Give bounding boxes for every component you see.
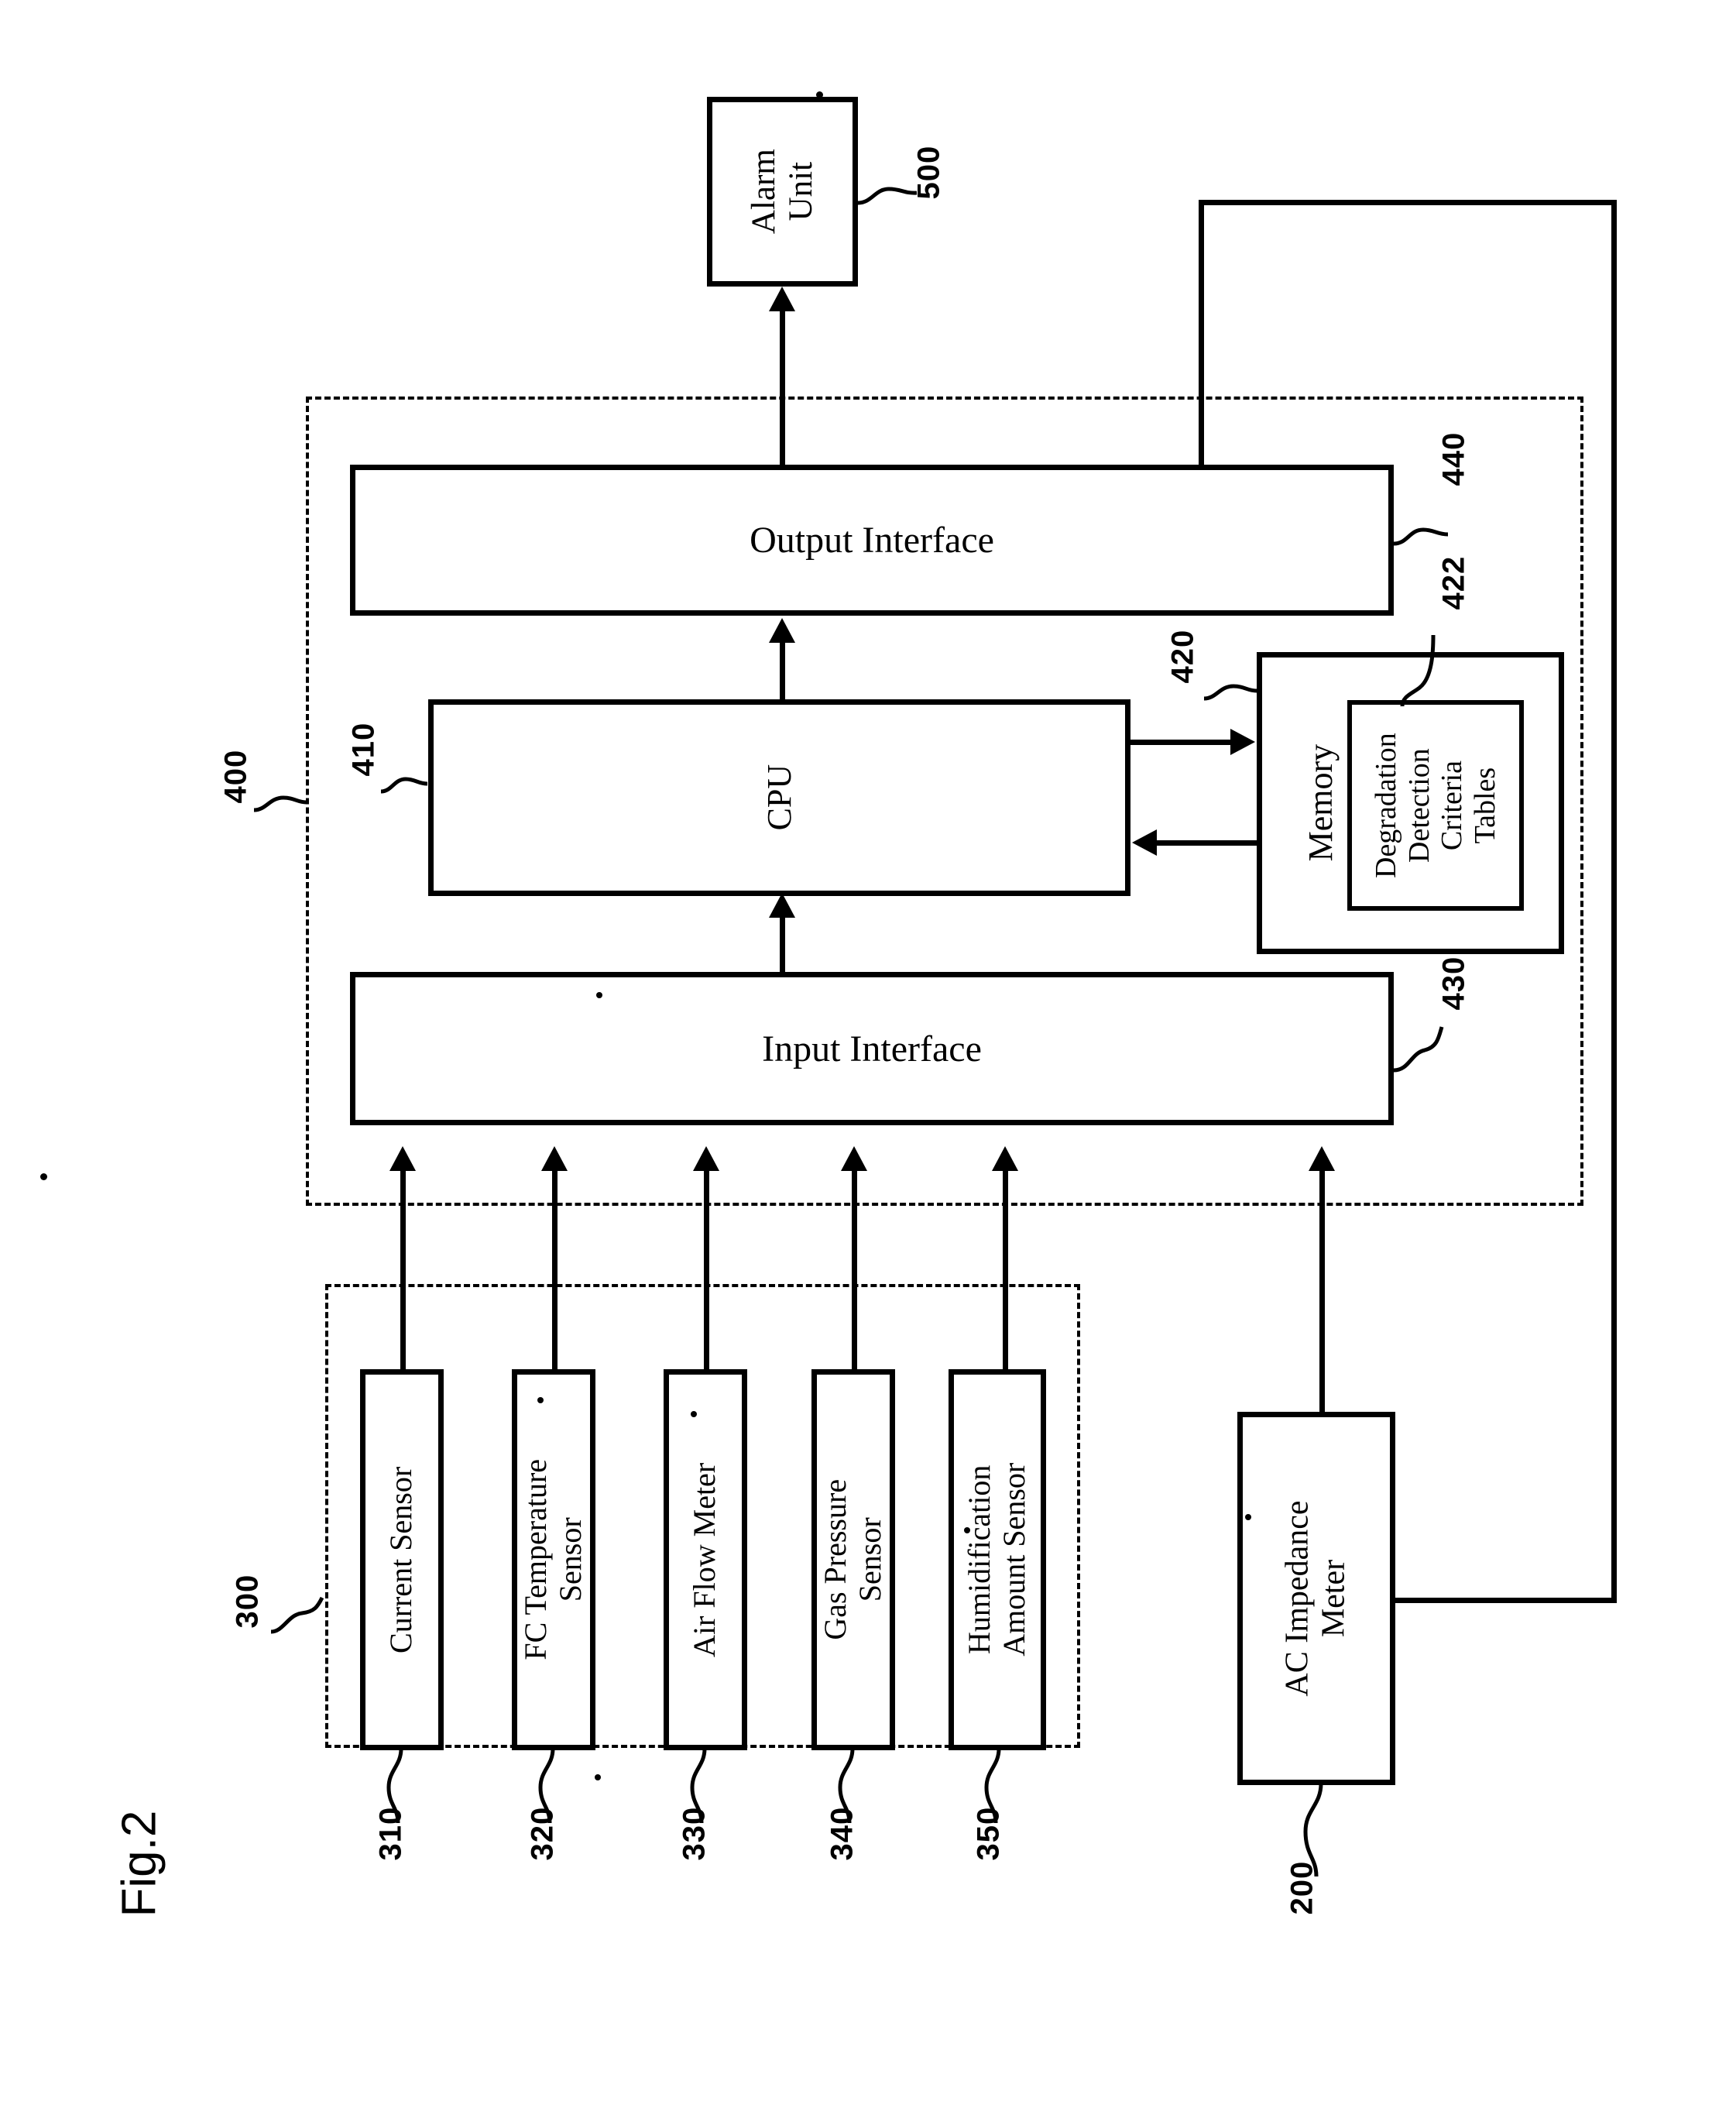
line-cpu-to-output [780, 641, 785, 705]
line-sensor-4-to-input [852, 1169, 857, 1369]
criteria-tables-line2: Detection [1402, 748, 1436, 863]
output-interface-label: Output Interface [750, 520, 994, 561]
cpu-block: CPU [428, 699, 1130, 896]
arrowhead-cpu-to-memory [1230, 729, 1255, 755]
arrowhead-acmeter-to-input [1309, 1146, 1335, 1171]
output-interface-block: Output Interface [350, 465, 1394, 616]
line-memory-to-cpu [1157, 840, 1259, 846]
ref-350: 350 [971, 1806, 1006, 1861]
memory-label: Memory [1302, 744, 1340, 862]
scan-speck-3 [537, 1397, 544, 1403]
line-right-down [1611, 200, 1617, 1603]
ref-410: 410 [346, 722, 381, 777]
sensor-block-gas-pressure-sensor: Gas Pressure Sensor [811, 1369, 895, 1750]
input-interface-label-wrap: Input Interface [355, 977, 1388, 1120]
ref-200: 200 [1285, 1860, 1319, 1915]
scan-speck-1 [816, 91, 823, 98]
line-sensor-5-to-input [1003, 1169, 1008, 1369]
arrowhead-output-to-alarm [769, 287, 795, 311]
figure-label: Fig.2 [112, 1810, 166, 1918]
ref-430: 430 [1436, 956, 1471, 1011]
ref-320: 320 [525, 1806, 560, 1861]
arrowhead-cpu-to-output [769, 618, 795, 643]
ac-impedance-meter-line1: AC Impedance [1279, 1500, 1316, 1697]
alarm-unit-label-line2: Unit [782, 162, 819, 221]
alarm-unit-block: Alarm Unit [707, 97, 858, 287]
ref-440: 440 [1436, 431, 1471, 486]
leader-400 [253, 784, 316, 822]
leader-420 [1203, 672, 1266, 711]
sensor-2-label-wrap: FC Temperature Sensor [517, 1375, 590, 1745]
memory-label-wrap: Memory [1262, 658, 1355, 949]
line-cpu-to-memory [1130, 740, 1233, 745]
sensor-5-line2: Amount Sensor [997, 1463, 1031, 1657]
scan-speck-5 [964, 1527, 970, 1533]
leader-410 [380, 767, 435, 805]
arrowhead-sensor-4 [841, 1146, 867, 1171]
cpu-label: CPU [760, 764, 798, 831]
input-interface-label: Input Interface [762, 1028, 982, 1070]
sensor-5-line1: Humidification [962, 1464, 997, 1655]
sensor-2-line2: Sensor [553, 1517, 588, 1602]
ac-impedance-meter-line2: Meter [1316, 1559, 1353, 1638]
sensor-block-air-flow-meter: Air Flow Meter [664, 1369, 747, 1750]
scan-speck-4 [691, 1411, 697, 1417]
line-output-to-alarm [780, 308, 785, 467]
criteria-tables-label-wrap: Degradation Detection Criteria Tables [1352, 705, 1519, 906]
sensor-block-fc-temperature-sensor: FC Temperature Sensor [512, 1369, 595, 1750]
scan-speck-7 [596, 992, 602, 998]
line-to-acmeter [1394, 1598, 1617, 1603]
input-interface-block: Input Interface [350, 972, 1394, 1125]
line-oi-up [1199, 200, 1204, 467]
arrowhead-input-to-cpu [769, 893, 795, 918]
scan-speck-8 [595, 1774, 601, 1780]
criteria-tables-block: Degradation Detection Criteria Tables [1347, 700, 1524, 911]
sensor-5-label-wrap: Humidification Amount Sensor [954, 1375, 1041, 1745]
line-input-to-cpu [780, 916, 785, 977]
figure-canvas: Fig.2 Alarm Unit 500 400 Output Interfac… [0, 0, 1736, 2115]
line-acmeter-to-input [1319, 1169, 1325, 1412]
sensor-block-humidification-amount-sensor: Humidification Amount Sensor [949, 1369, 1046, 1750]
ref-500: 500 [911, 145, 946, 200]
ref-340: 340 [825, 1806, 859, 1861]
sensor-4-line1: Gas Pressure [818, 1479, 853, 1640]
ref-330: 330 [677, 1806, 712, 1861]
ref-400: 400 [218, 749, 253, 804]
line-sensor-2-to-input [552, 1169, 558, 1369]
line-sensor-3-to-input [704, 1169, 709, 1369]
arrowhead-sensor-5 [992, 1146, 1018, 1171]
sensor-block-current-sensor: Current Sensor [360, 1369, 444, 1750]
criteria-tables-line3: Criteria [1436, 760, 1468, 851]
scan-speck-2 [40, 1173, 47, 1180]
sensor-4-line2: Sensor [853, 1517, 888, 1602]
line-oi-top [1199, 200, 1617, 205]
arrowhead-memory-to-cpu [1132, 829, 1157, 856]
arrowhead-sensor-3 [693, 1146, 719, 1171]
arrowhead-sensor-1 [389, 1146, 416, 1171]
leader-300 [270, 1596, 333, 1644]
ref-420: 420 [1165, 629, 1200, 684]
sensor-3-line1: Air Flow Meter [687, 1462, 722, 1657]
sensor-4-label-wrap: Gas Pressure Sensor [817, 1375, 890, 1745]
criteria-tables-line4: Tables [1468, 767, 1501, 844]
cpu-label-wrap: CPU [434, 705, 1125, 891]
ac-impedance-meter-label-wrap: AC Impedance Meter [1243, 1417, 1390, 1780]
ref-300: 300 [230, 1574, 265, 1629]
alarm-unit-label-line1: Alarm [745, 149, 782, 235]
ac-impedance-meter-block: AC Impedance Meter [1237, 1412, 1395, 1785]
output-interface-label-wrap: Output Interface [355, 470, 1388, 610]
arrowhead-sensor-2 [541, 1146, 568, 1171]
sensor-1-line1: Current Sensor [383, 1466, 419, 1653]
ref-310: 310 [373, 1806, 408, 1861]
sensor-1-label-wrap: Current Sensor [365, 1375, 438, 1745]
criteria-tables-line1: Degradation [1369, 733, 1402, 878]
alarm-unit-label-wrap: Alarm Unit [712, 102, 853, 281]
sensor-2-line1: FC Temperature [518, 1459, 554, 1660]
line-sensor-1-to-input [400, 1169, 406, 1369]
scan-speck-6 [1245, 1514, 1251, 1520]
ref-422: 422 [1436, 555, 1471, 610]
sensor-3-label-wrap: Air Flow Meter [669, 1375, 742, 1745]
